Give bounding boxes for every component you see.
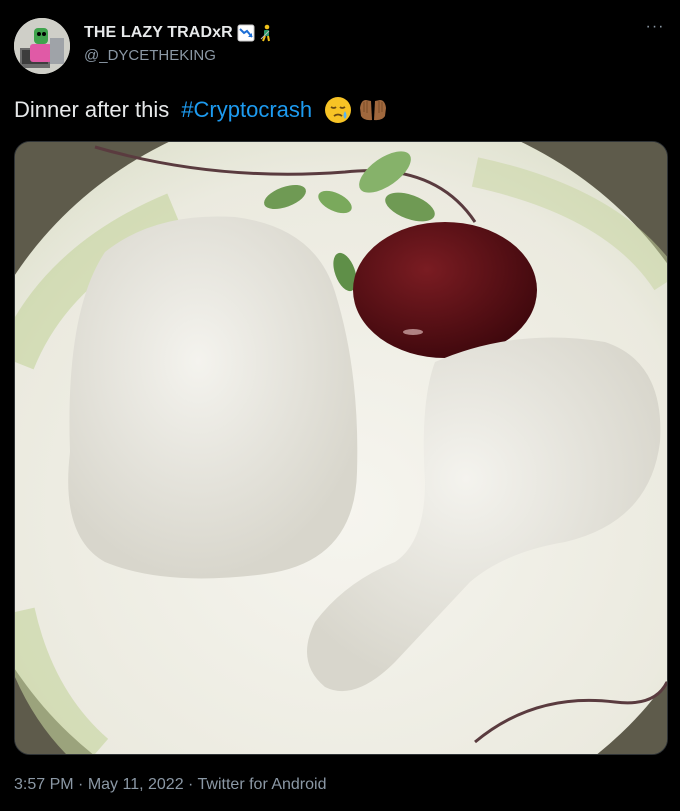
display-name-row[interactable]: THE LAZY TRADxR [84, 24, 273, 42]
avatar-illustration [14, 18, 70, 74]
tweet-text: Dinner after this #Cryptocrash [14, 96, 388, 124]
rice-dome [68, 216, 358, 579]
tweet-photo[interactable] [14, 141, 668, 755]
tweet-meta: 3:57 PM · May 11, 2022 · Twitter for And… [14, 776, 326, 794]
person-golfing-emoji [260, 24, 270, 42]
timestamp-date[interactable]: May 11, 2022 [88, 776, 184, 793]
sad-relieved-face-emoji [325, 97, 352, 123]
rice-plate-photo [15, 142, 667, 754]
avatar[interactable] [14, 18, 70, 74]
display-name: THE LAZY TRADxR [84, 24, 233, 41]
palms-up-together-emoji [360, 100, 387, 121]
more-options-icon[interactable]: ··· [644, 19, 666, 40]
meta-separator: · [78, 776, 84, 793]
tweet-header: THE LAZY TRADxR @_DYCETHEKING ··· [14, 18, 666, 78]
tweet-source[interactable]: Twitter for Android [198, 776, 327, 793]
timestamp-time[interactable]: 3:57 PM [14, 776, 74, 793]
chart-decreasing-emoji [237, 24, 255, 42]
handle[interactable]: @_DYCETHEKING [84, 47, 273, 64]
hashtag-link[interactable]: #Cryptocrash [181, 97, 312, 123]
author-names: THE LAZY TRADxR @_DYCETHEKING [84, 24, 273, 64]
tweet-body: Dinner after this [14, 97, 170, 122]
meta-separator: · [188, 776, 194, 793]
sauce [353, 222, 537, 358]
